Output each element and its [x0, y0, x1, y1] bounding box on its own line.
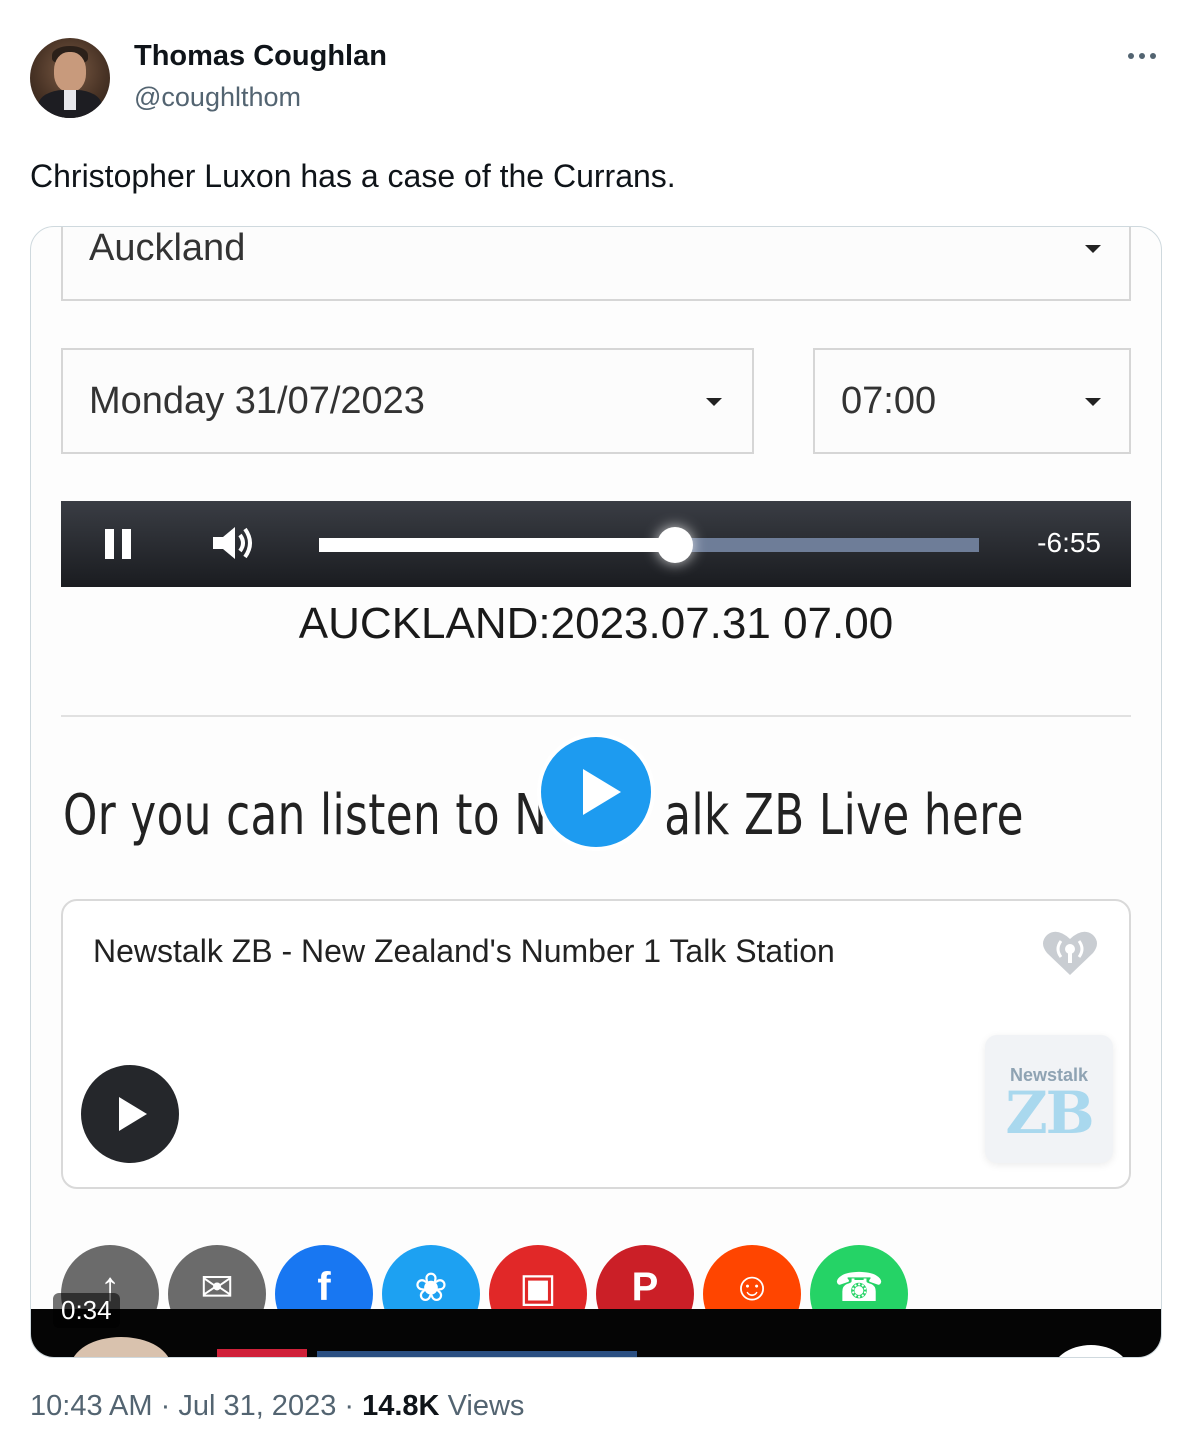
region-select[interactable]: Auckland: [61, 227, 1131, 301]
progress-track[interactable]: [319, 527, 979, 563]
chevron-down-icon: [1085, 398, 1101, 406]
tweet-header: Thomas Coughlan @coughlthom: [30, 38, 1162, 120]
time-select-value: 07:00: [841, 380, 937, 422]
iheart-radio-icon: [1043, 931, 1097, 975]
author-name[interactable]: Thomas Coughlan: [134, 40, 387, 73]
newstalk-zb-logo: Newstalk ZB: [985, 1035, 1113, 1163]
station-title: Newstalk ZB - New Zealand's Number 1 Tal…: [93, 933, 835, 969]
reddit-icon: ☺: [731, 1265, 773, 1309]
post-date[interactable]: Jul 31, 2023: [178, 1390, 336, 1422]
date-select[interactable]: Monday 31/07/2023: [61, 348, 754, 454]
peek-text: [317, 1351, 637, 1357]
flipboard-icon: ▣: [519, 1266, 557, 1310]
author-avatar[interactable]: [30, 38, 110, 118]
peek-live-badge: [217, 1349, 307, 1357]
author-handle[interactable]: @coughlthom: [134, 82, 301, 113]
video-media[interactable]: Auckland Monday 31/07/2023 07:00 -6:55 A…: [30, 226, 1162, 1358]
video-duration: 0:34: [53, 1293, 120, 1328]
tweet-text: Christopher Luxon has a case of the Curr…: [30, 158, 676, 194]
post-time[interactable]: 10:43 AM: [30, 1390, 153, 1422]
chevron-down-icon: [1085, 245, 1101, 253]
peek-avatar: [71, 1337, 171, 1357]
station-card: Newstalk ZB - New Zealand's Number 1 Tal…: [61, 899, 1131, 1189]
chevron-down-icon: [706, 398, 722, 406]
region-select-value: Auckland: [89, 227, 246, 269]
mail-icon: ✉: [200, 1266, 234, 1310]
peek-circle: [1051, 1345, 1131, 1357]
pinterest-icon: P: [631, 1265, 659, 1309]
audio-player: -6:55: [61, 501, 1131, 587]
video-bottom-bar: [31, 1309, 1161, 1357]
volume-icon[interactable]: [211, 523, 257, 563]
progress-fill: [319, 538, 676, 552]
listen-text-left: Or you can listen to N: [63, 783, 548, 848]
progress-thumb[interactable]: [657, 527, 694, 563]
whatsapp-icon: ☎: [834, 1266, 884, 1310]
listen-text-right: alk ZB Live here: [664, 783, 1024, 848]
recording-caption: AUCKLAND:2023.07.31 07.00: [298, 599, 894, 648]
views-label: Views: [447, 1390, 525, 1422]
station-play-button[interactable]: [81, 1065, 179, 1163]
divider: [61, 715, 1131, 717]
twitter-bird-icon: ❀: [414, 1266, 448, 1310]
pause-icon[interactable]: [103, 529, 133, 561]
time-remaining: -6:55: [1037, 527, 1101, 558]
time-select[interactable]: 07:00: [813, 348, 1131, 454]
tweet-footer: 10:43 AM · Jul 31, 2023 · 14.8K Views: [30, 1390, 525, 1422]
video-play-button[interactable]: [537, 733, 655, 851]
date-select-value: Monday 31/07/2023: [89, 380, 425, 422]
play-icon: [583, 769, 621, 815]
more-options-icon[interactable]: [1128, 50, 1160, 62]
play-icon: [119, 1097, 147, 1131]
facebook-icon: f: [317, 1265, 331, 1309]
views-count: 14.8K: [362, 1390, 440, 1422]
